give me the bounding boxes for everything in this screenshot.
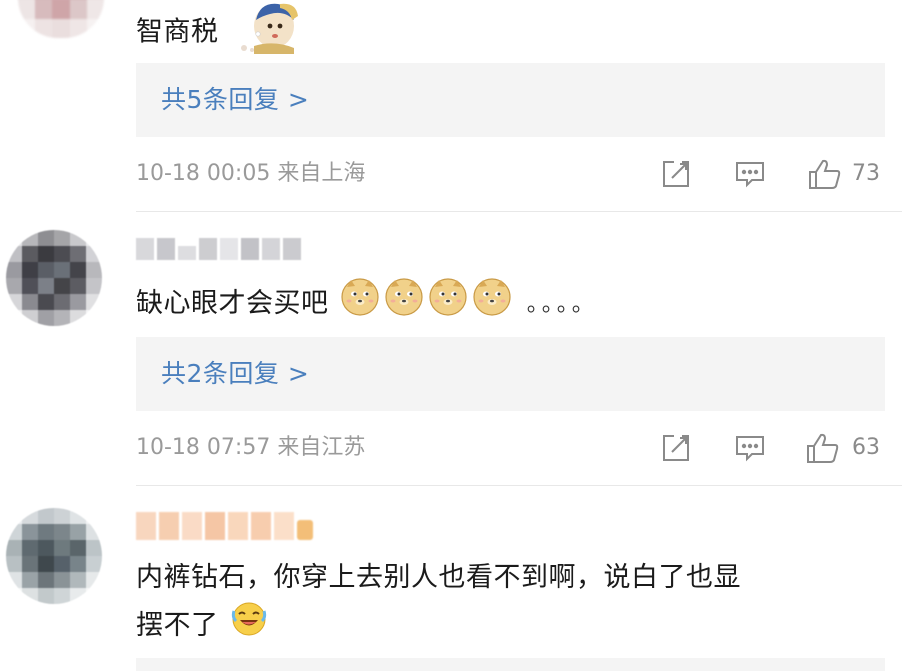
timestamp-location: 10-18 07:57 来自江苏 [136,435,366,460]
reply-summary-box[interactable]: 共2条回复 > [136,337,885,411]
comment-text: 缺心眼才会买吧 。。。。 [136,278,876,331]
comment-body-line-text: 摆不了 [136,610,219,641]
avatar[interactable] [18,0,104,38]
like-count: 63 [852,435,880,460]
comment-meta: 10-18 00:05 来自上海 73 [136,156,886,192]
comment-body-line: 内裤钻石，你穿上去别人也看不到啊，说白了也显 [136,562,741,593]
laugh-cry-emoji [231,601,267,652]
avatar[interactable] [6,508,102,604]
view-replies-link[interactable]: 共2条回复 > [161,337,309,411]
comment-icon[interactable] [734,432,766,464]
girl-with-pearl-earring-emoji [240,0,300,66]
ellipsis-text: 。。。。 [526,291,598,317]
username[interactable] [136,512,313,540]
timestamp-location: 10-18 00:05 来自上海 [136,161,366,186]
divider [136,211,902,212]
share-icon[interactable] [660,158,692,190]
doge-emoji [384,278,423,331]
comment-body: 缺心眼才会买吧 [136,288,329,319]
doge-emoji [340,278,379,331]
comment-text: 内裤钻石，你穿上去别人也看不到啊，说白了也显 摆不了 [136,555,876,652]
comment-meta: 10-18 07:57 来自江苏 63 [136,430,886,466]
comment-text: 智商税 [136,0,876,66]
doge-emoji [428,278,467,331]
avatar[interactable] [6,230,102,326]
reply-summary-box[interactable]: 共5条回复 > [136,63,885,137]
view-replies-link[interactable]: 共5条回复 > [161,63,309,137]
doge-emoji [472,278,511,331]
comment-icon[interactable] [734,158,766,190]
like-count: 73 [852,161,880,186]
thumbs-up-icon[interactable] [808,158,841,190]
comment-body: 智商税 [136,16,219,48]
reply-summary-box[interactable] [136,658,885,671]
comment-body-line: 摆不了 [136,601,876,652]
thumbs-up-icon[interactable] [806,432,839,464]
share-icon[interactable] [660,432,692,464]
username[interactable] [136,238,301,260]
divider [136,485,902,486]
